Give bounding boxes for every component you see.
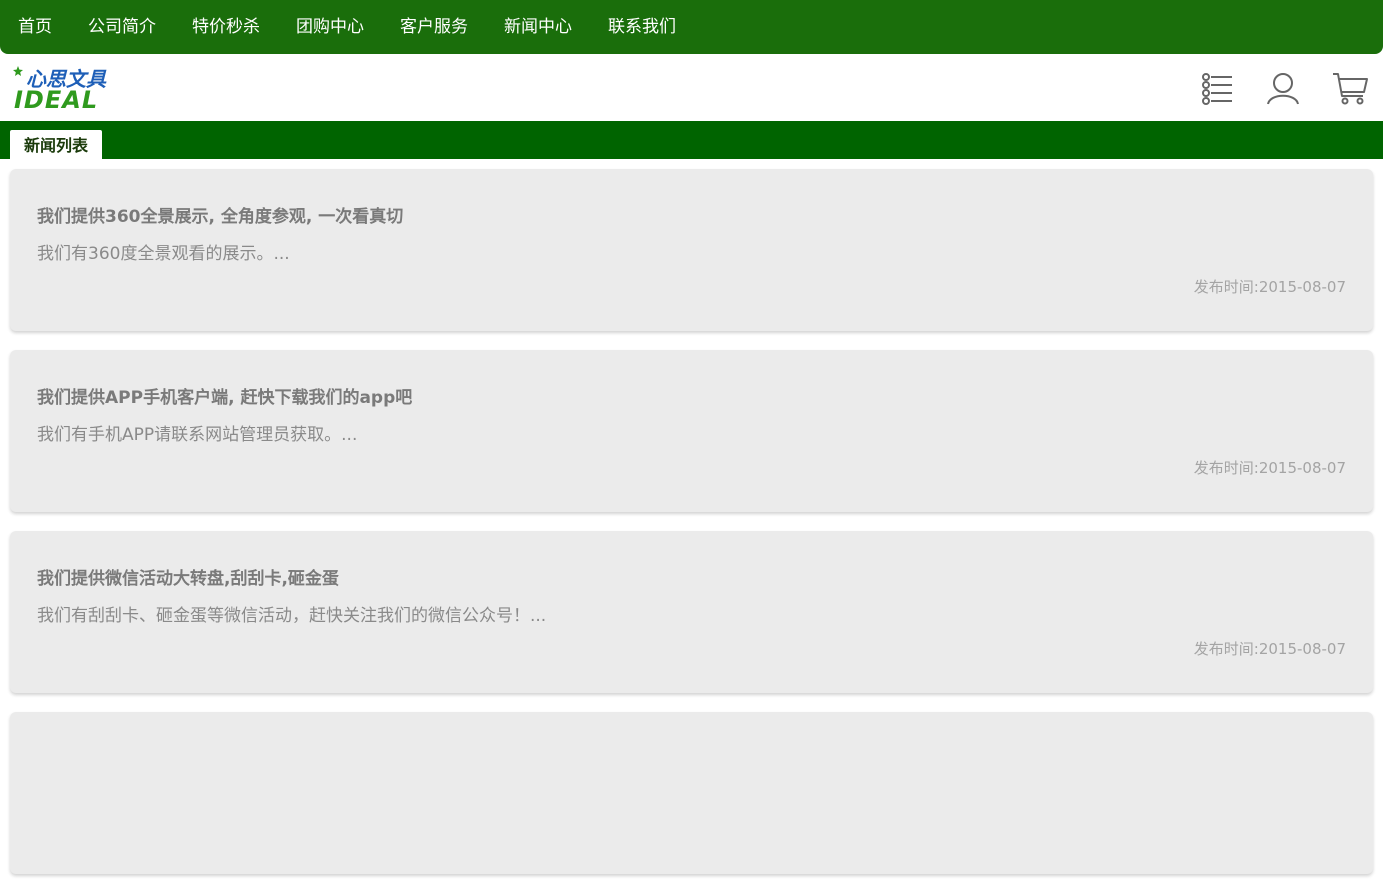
news-item[interactable] — [10, 712, 1373, 874]
news-summary: 我们有360度全景观看的展示。... — [37, 244, 290, 264]
nav-item-flash-sale[interactable]: 特价秒杀 — [192, 0, 260, 54]
news-date: 发布时间:2015-08-07 — [1193, 278, 1346, 296]
news-item[interactable]: 我们提供360全景展示, 全角度参观, 一次看真切 我们有360度全景观看的展示… — [10, 169, 1373, 331]
section-bar: 新闻列表 — [0, 121, 1383, 159]
news-title[interactable]: 我们提供微信活动大转盘,刮刮卡,砸金蛋 — [37, 564, 339, 589]
nav-item-news[interactable]: 新闻中心 — [504, 0, 572, 54]
site-header: 心思文具 IDEAL — [0, 54, 1383, 121]
user-icon[interactable] — [1265, 70, 1301, 106]
news-title[interactable]: 我们提供360全景展示, 全角度参观, 一次看真切 — [37, 202, 403, 227]
news-date: 发布时间:2015-08-07 — [1193, 459, 1346, 477]
nav-item-home[interactable]: 首页 — [18, 0, 52, 54]
news-item[interactable]: 我们提供微信活动大转盘,刮刮卡,砸金蛋 我们有刮刮卡、砸金蛋等微信活动，赶快关注… — [10, 531, 1373, 693]
news-summary: 我们有手机APP请联系网站管理员获取。... — [37, 425, 358, 445]
cart-icon[interactable] — [1332, 70, 1368, 106]
news-item[interactable]: 我们提供APP手机客户端, 赶快下载我们的app吧 我们有手机APP请联系网站管… — [10, 350, 1373, 512]
menu-list-icon[interactable] — [1200, 70, 1236, 106]
news-summary: 我们有刮刮卡、砸金蛋等微信活动，赶快关注我们的微信公众号！... — [37, 606, 547, 626]
nav-item-customer-service[interactable]: 客户服务 — [400, 0, 468, 54]
nav-item-group-buy[interactable]: 团购中心 — [296, 0, 364, 54]
logo-text-en: IDEAL — [14, 86, 98, 112]
site-logo[interactable]: 心思文具 IDEAL — [12, 64, 127, 112]
news-date: 发布时间:2015-08-07 — [1193, 640, 1346, 658]
nav-item-about[interactable]: 公司简介 — [88, 0, 156, 54]
top-nav: 首页 公司简介 特价秒杀 团购中心 客户服务 新闻中心 联系我们 — [0, 0, 1383, 54]
tab-news-list[interactable]: 新闻列表 — [10, 130, 103, 159]
news-title[interactable]: 我们提供APP手机客户端, 赶快下载我们的app吧 — [37, 383, 412, 408]
nav-item-contact[interactable]: 联系我们 — [608, 0, 676, 54]
news-list: 我们提供360全景展示, 全角度参观, 一次看真切 我们有360度全景观看的展示… — [10, 169, 1373, 893]
